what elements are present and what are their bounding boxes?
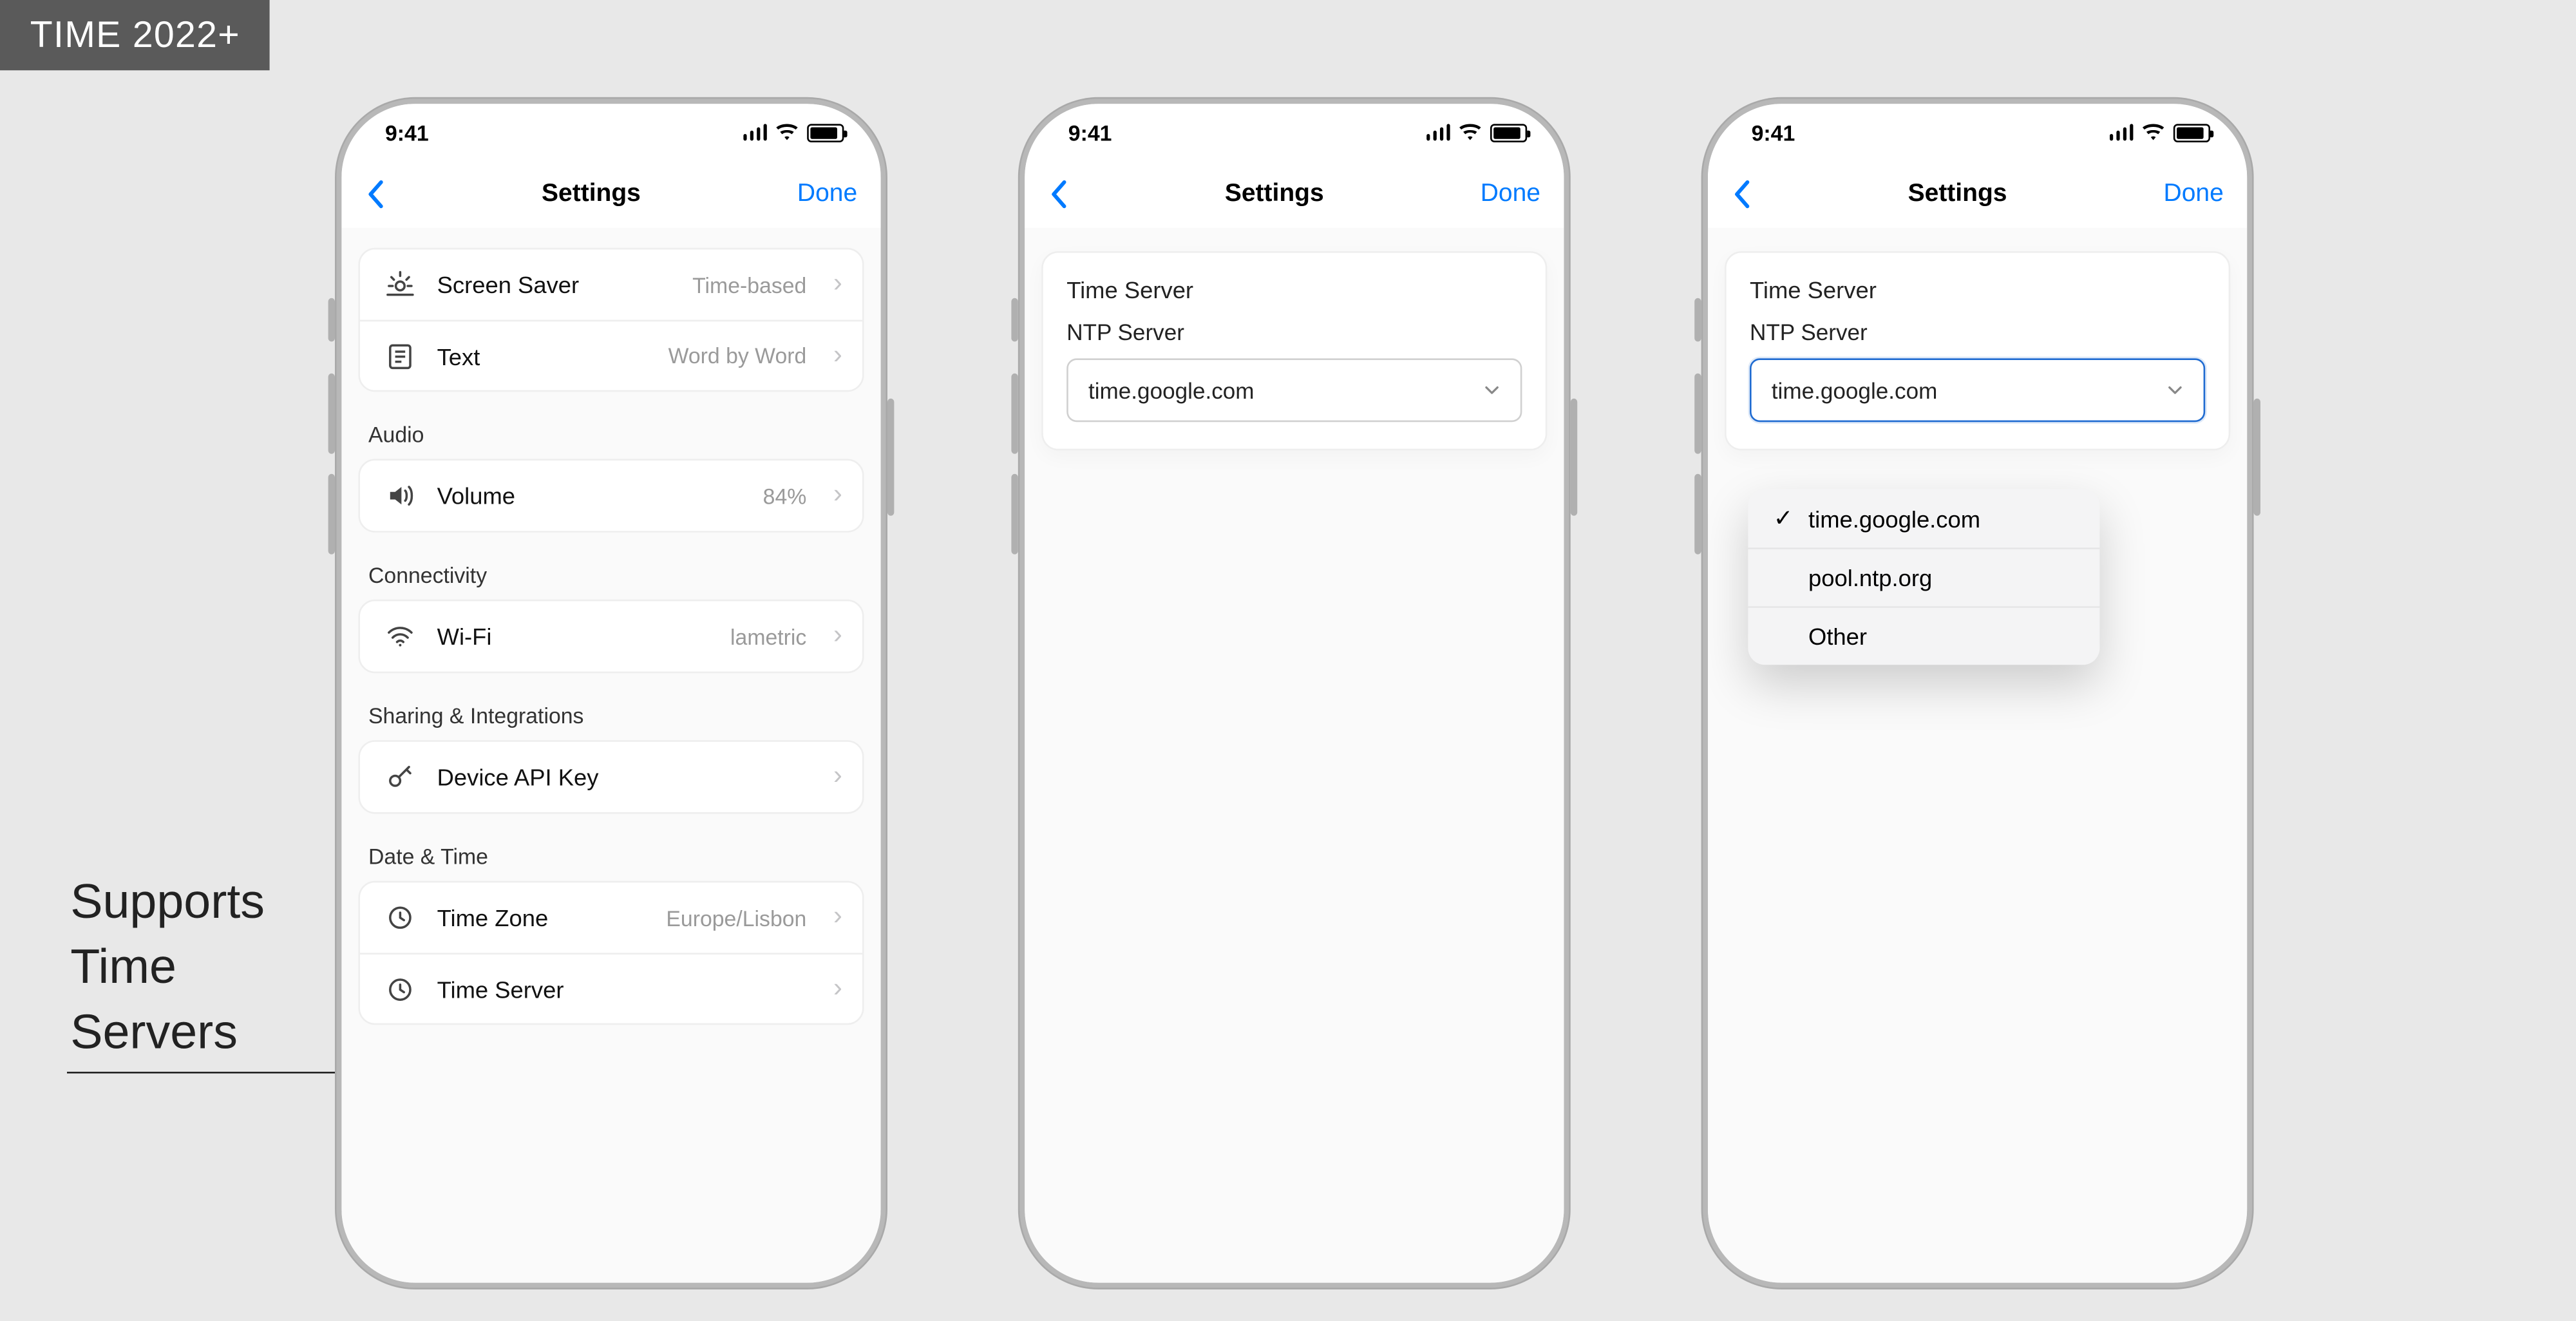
status-time: 9:41: [385, 120, 429, 145]
callout-text: Supports Time Servers: [70, 871, 265, 1067]
card-title: Time Server: [1066, 276, 1522, 303]
key-icon: [383, 760, 417, 794]
cellular-icon: [2109, 124, 2134, 140]
settings-scroll[interactable]: Time Server NTP Server time.google.com: [1025, 228, 1564, 1283]
done-button[interactable]: Done: [2164, 179, 2224, 207]
wifi-icon: [775, 120, 799, 144]
chevron-right-icon: ›: [833, 974, 842, 1004]
chevron-right-icon: ›: [833, 762, 842, 792]
row-value: 84%: [763, 483, 807, 508]
product-badge: TIME 2022+: [0, 0, 270, 70]
cellular-icon: [743, 124, 767, 140]
option-label: time.google.com: [1808, 505, 1980, 532]
text-icon: [383, 339, 417, 373]
section-header-datetime: Date & Time: [358, 814, 864, 881]
ntp-server-dropdown: ✓ time.google.com pool.ntp.org Other: [1748, 489, 2099, 665]
settings-scroll[interactable]: Screen Saver Time-based › Text Word by W…: [341, 228, 880, 1283]
card-title: Time Server: [1750, 276, 2205, 303]
nav-bar: Settings Done: [341, 161, 880, 228]
nav-title: Settings: [542, 179, 641, 207]
nav-bar: Settings Done: [1025, 161, 1564, 228]
nav-title: Settings: [1908, 179, 2007, 207]
phone-mockup-2: 9:41 Settings Done: [1018, 97, 1571, 1289]
chevron-down-icon: [2166, 377, 2183, 403]
field-label: NTP Server: [1066, 320, 1522, 345]
row-time-server[interactable]: Time Server ›: [360, 953, 862, 1023]
row-text[interactable]: Text Word by Word ›: [360, 320, 862, 390]
select-value: time.google.com: [1088, 377, 1255, 403]
select-value: time.google.com: [1772, 377, 1938, 403]
row-value: Europe/Lisbon: [666, 905, 806, 930]
row-volume[interactable]: Volume 84% ›: [360, 461, 862, 531]
row-screen-saver[interactable]: Screen Saver Time-based ›: [360, 249, 862, 319]
row-label: Screen Saver: [437, 271, 672, 298]
section-header-audio: Audio: [358, 392, 864, 459]
wifi-row-icon: [383, 620, 417, 653]
wifi-icon: [1459, 120, 1482, 144]
row-value: lametric: [730, 623, 806, 649]
screensaver-icon: [383, 268, 417, 301]
chevron-right-icon: ›: [833, 341, 842, 371]
field-label: NTP Server: [1750, 320, 2205, 345]
status-bar: 9:41: [1708, 104, 2247, 160]
wifi-icon: [2141, 120, 2164, 144]
status-time: 9:41: [1752, 120, 1795, 145]
row-label: Time Server: [437, 976, 787, 1003]
cellular-icon: [1426, 124, 1450, 140]
battery-icon: [1490, 123, 1527, 142]
chevron-right-icon: ›: [833, 480, 842, 511]
status-time: 9:41: [1068, 120, 1112, 145]
dropdown-option[interactable]: ✓ time.google.com: [1748, 489, 2099, 547]
chevron-down-icon: [1484, 377, 1501, 403]
nav-title: Settings: [1225, 179, 1324, 207]
back-button[interactable]: [365, 178, 385, 209]
battery-icon: [2174, 123, 2210, 142]
row-label: Volume: [437, 482, 743, 509]
chevron-right-icon: ›: [833, 622, 842, 652]
row-api-key[interactable]: Device API Key ›: [360, 742, 862, 812]
row-value: Time-based: [692, 272, 806, 297]
chevron-right-icon: ›: [833, 902, 842, 933]
checkmark-icon: ✓: [1772, 504, 1795, 533]
done-button[interactable]: Done: [797, 179, 857, 207]
option-label: Other: [1808, 623, 1867, 650]
row-label: Device API Key: [437, 764, 787, 791]
dropdown-option[interactable]: pool.ntp.org: [1748, 547, 2099, 606]
phone-mockup-1: 9:41 Settings Done: [335, 97, 887, 1289]
status-bar: 9:41: [1025, 104, 1564, 160]
ntp-server-select[interactable]: time.google.com: [1750, 358, 2205, 422]
row-time-zone[interactable]: Time Zone Europe/Lisbon ›: [360, 882, 862, 953]
row-wifi[interactable]: Wi-Fi lametric ›: [360, 601, 862, 671]
phone-mockup-3: 9:41 Settings Done: [1701, 97, 2254, 1289]
status-bar: 9:41: [341, 104, 880, 160]
volume-icon: [383, 479, 417, 513]
section-header-connectivity: Connectivity: [358, 533, 864, 600]
back-button[interactable]: [1731, 178, 1751, 209]
time-server-card: Time Server NTP Server time.google.com: [1725, 251, 2230, 450]
chevron-right-icon: ›: [833, 270, 842, 300]
ntp-server-select[interactable]: time.google.com: [1066, 358, 1522, 422]
settings-scroll[interactable]: Time Server NTP Server time.google.com ✓…: [1708, 228, 2247, 1283]
time-server-card: Time Server NTP Server time.google.com: [1041, 251, 1547, 450]
nav-bar: Settings Done: [1708, 161, 2247, 228]
battery-icon: [807, 123, 844, 142]
clock-icon: [383, 901, 417, 935]
option-label: pool.ntp.org: [1808, 564, 1932, 591]
row-label: Text: [437, 343, 649, 370]
row-value: Word by Word: [668, 343, 807, 368]
clock-icon: [383, 972, 417, 1005]
section-header-sharing: Sharing & Integrations: [358, 673, 864, 740]
back-button[interactable]: [1048, 178, 1068, 209]
row-label: Time Zone: [437, 904, 647, 931]
done-button[interactable]: Done: [1481, 179, 1540, 207]
dropdown-option[interactable]: Other: [1748, 606, 2099, 665]
row-label: Wi-Fi: [437, 623, 710, 650]
